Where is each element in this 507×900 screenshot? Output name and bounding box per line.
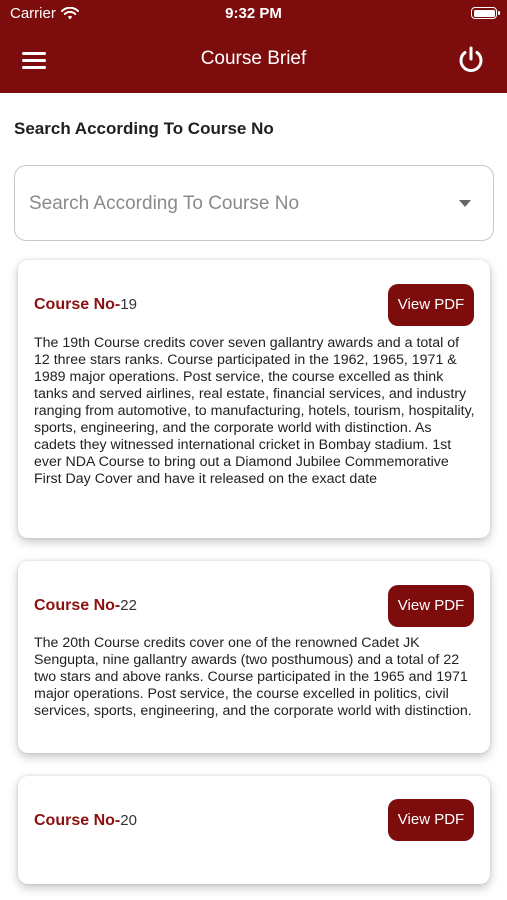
status-bar: Carrier 9:32 PM bbox=[0, 0, 507, 28]
power-icon[interactable] bbox=[455, 44, 487, 76]
course-prefix: Course No- bbox=[34, 296, 121, 313]
course-number: 19 bbox=[120, 296, 137, 313]
course-card: Course No-20 View PDF bbox=[18, 776, 490, 884]
course-description: The 20th Course credits cover one of the… bbox=[34, 635, 472, 719]
course-title: Course No-19 bbox=[34, 296, 137, 314]
view-pdf-button[interactable]: View PDF bbox=[388, 585, 474, 627]
course-title: Course No-20 bbox=[34, 812, 137, 830]
battery-icon bbox=[471, 7, 500, 19]
search-placeholder: Search According To Course No bbox=[29, 193, 300, 214]
page-title: Course Brief bbox=[200, 48, 307, 69]
course-number: 20 bbox=[120, 812, 137, 829]
course-card: Course No-19 View PDF The 19th Course cr… bbox=[18, 260, 490, 538]
course-prefix: Course No- bbox=[34, 812, 121, 829]
course-card: Course No-22 View PDF The 20th Course cr… bbox=[18, 561, 490, 753]
chevron-down-icon bbox=[459, 200, 471, 207]
nav-bar: Course Brief bbox=[0, 30, 507, 90]
app-header: Carrier 9:32 PM Course Brief bbox=[0, 0, 507, 93]
course-number: 22 bbox=[120, 597, 137, 614]
course-search-dropdown[interactable]: Search According To Course No bbox=[14, 165, 494, 241]
view-pdf-button[interactable]: View PDF bbox=[388, 284, 474, 326]
status-time: 9:32 PM bbox=[225, 5, 282, 22]
course-title: Course No-22 bbox=[34, 597, 137, 615]
course-prefix: Course No- bbox=[34, 597, 121, 614]
course-description: The 19th Course credits cover seven gall… bbox=[34, 335, 475, 487]
search-section-label: Search According To Course No bbox=[14, 119, 274, 138]
view-pdf-button[interactable]: View PDF bbox=[388, 799, 474, 841]
